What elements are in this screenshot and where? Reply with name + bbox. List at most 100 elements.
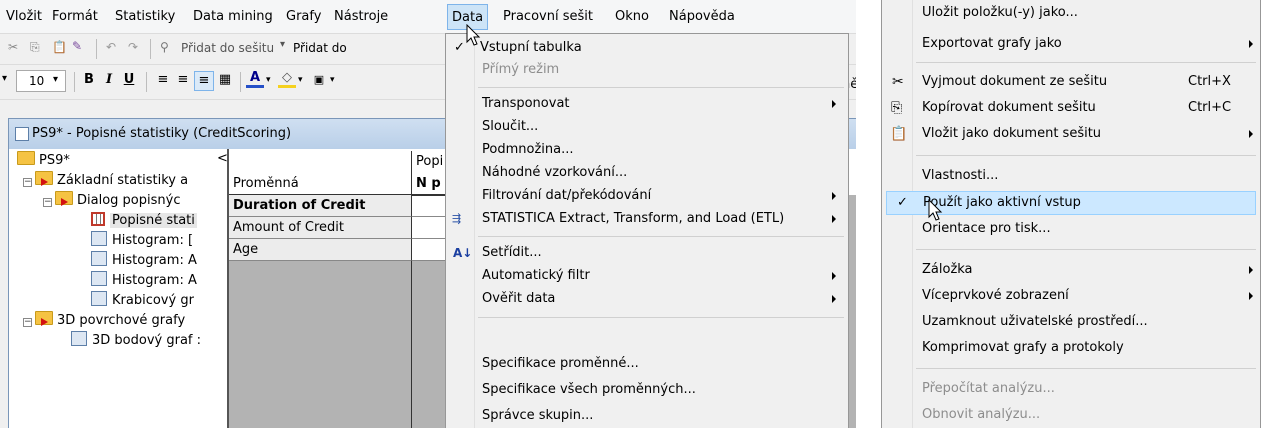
- paste-icon: 📋: [890, 126, 908, 142]
- tree-node[interactable]: Krabicový gr: [91, 291, 194, 311]
- column-divider: [411, 261, 412, 428]
- align-right-icon[interactable]: ≡: [194, 71, 214, 91]
- graph-icon: [91, 271, 107, 286]
- collapse-icon[interactable]: −: [23, 178, 32, 187]
- undo-icon[interactable]: ↶: [106, 40, 116, 54]
- fill-color-icon[interactable]: ◇: [278, 71, 296, 88]
- menu-item-vlozit-jako-dokument[interactable]: 📋 Vložit jako dokument sešitu: [882, 123, 1260, 145]
- menu-vlozit[interactable]: Vložit: [6, 9, 42, 24]
- tree-node[interactable]: PS9*: [17, 151, 70, 171]
- chevron-down-icon[interactable]: ▾: [280, 39, 285, 50]
- underline-button[interactable]: U: [120, 71, 138, 89]
- tree-node-label: 3D povrchové grafy: [57, 313, 186, 328]
- folder-icon: [17, 151, 35, 165]
- table-row[interactable]: Age: [229, 239, 411, 261]
- tree-node[interactable]: Histogram: A: [91, 251, 197, 271]
- menu-napoveda[interactable]: Nápověda: [669, 9, 735, 24]
- menu-item-transponovat[interactable]: Transponovat: [446, 93, 848, 115]
- font-color-button[interactable]: A: [246, 71, 264, 88]
- redo-icon[interactable]: ↷: [128, 40, 138, 54]
- menu-item-label: Sloučit...: [482, 119, 539, 134]
- menu-item-automaticky-filtr[interactable]: Automatický filtr: [446, 265, 848, 287]
- menu-item-obnovit-analyzu[interactable]: Obnovit analýzu...: [882, 404, 1260, 426]
- tree-node[interactable]: Histogram: [: [91, 231, 193, 251]
- graph-icon: [71, 331, 87, 346]
- menu-item-overit-data[interactable]: Ověřit data: [446, 288, 848, 310]
- menu-item-vstupni-tabulka[interactable]: ✓ Vstupní tabulka: [446, 37, 848, 59]
- tree-node-label: PS9*: [39, 153, 70, 168]
- add-to-workbook-button[interactable]: Přidat do sešitu: [181, 41, 274, 55]
- border-icon[interactable]: ▣: [310, 71, 328, 89]
- tree-node[interactable]: − 3D povrchové grafy: [23, 311, 185, 331]
- format-painter-icon[interactable]: ✎: [72, 39, 82, 53]
- tree-node-label: Histogram: [: [112, 233, 194, 248]
- menu-item-shortcut: Ctrl+X: [1188, 74, 1231, 89]
- bold-button[interactable]: B: [80, 71, 98, 89]
- menu-item-primy-rezim[interactable]: Přímý režim: [446, 59, 848, 81]
- tree-node[interactable]: − Dialog popisnýc: [43, 191, 180, 211]
- check-icon: ✓: [454, 40, 465, 55]
- font-name-dropdown-arrow[interactable]: ▾: [2, 73, 7, 84]
- folder-icon: [35, 171, 53, 186]
- menu-item-label: Komprimovat grafy a protokoly: [922, 340, 1124, 355]
- menu-grafy[interactable]: Grafy: [286, 9, 321, 24]
- paste-icon[interactable]: 📋: [52, 40, 67, 54]
- copy-icon[interactable]: ⎘: [30, 40, 40, 55]
- menu-item-filtrovani-dat[interactable]: Filtrování dat/překódování: [446, 185, 848, 207]
- find-icon[interactable]: ⚲: [160, 40, 169, 54]
- submenu-arrow-icon: [832, 295, 836, 303]
- spreadsheet-icon: [91, 212, 105, 226]
- menu-item-label: Setřídit...: [482, 245, 542, 260]
- collapse-icon[interactable]: −: [43, 198, 52, 207]
- menu-okno[interactable]: Okno: [615, 9, 649, 24]
- menu-item-label: Správce skupin...: [482, 408, 594, 423]
- tree-node[interactable]: Popisné stati: [91, 211, 197, 231]
- statistica-window: Vložit Formát Statistiky Data mining Gra…: [0, 0, 856, 428]
- menu-item-label: STATISTICA Extract, Transform, and Load …: [482, 211, 785, 226]
- table-row[interactable]: Amount of Credit: [229, 217, 411, 239]
- menu-data-mining[interactable]: Data mining: [193, 9, 273, 24]
- menu-item-podmnozina[interactable]: Podmnožina...: [446, 139, 848, 161]
- menu-item-exportovat-grafy[interactable]: Exportovat grafy jako: [882, 33, 1260, 55]
- add-to-button[interactable]: Přidat do: [293, 41, 347, 55]
- submenu-arrow-icon: [832, 215, 836, 223]
- align-center-icon[interactable]: ≡: [174, 71, 192, 89]
- menu-item-prepocitat-analyzu[interactable]: Přepočítat analýzu...: [882, 378, 1260, 400]
- menu-item-viceprvkove-zobrazeni[interactable]: Víceprvkové zobrazení: [882, 285, 1260, 307]
- font-size-select[interactable]: 10 ▾: [16, 70, 66, 92]
- menu-item-setridit[interactable]: A↓ Setřídit...: [446, 242, 848, 264]
- menu-item-ulozit-polozky[interactable]: Uložit položku(-y) jako...: [882, 2, 1260, 24]
- menu-format[interactable]: Formát: [52, 9, 98, 24]
- menu-item-uzamknout-prostredi[interactable]: Uzamknout uživatelské prostředí...: [882, 311, 1260, 333]
- tree-node[interactable]: 3D bodový graf :: [71, 331, 201, 351]
- menu-item-label: Transponovat: [482, 96, 570, 111]
- cell-properties-icon[interactable]: ▦: [216, 71, 234, 89]
- collapse-icon[interactable]: −: [23, 318, 32, 327]
- cut-icon[interactable]: ✂: [8, 40, 18, 54]
- menu-statistiky[interactable]: Statistiky: [115, 9, 175, 24]
- menu-item-label: Specifikace proměnné...: [482, 356, 639, 371]
- align-left-icon[interactable]: ≡: [154, 71, 172, 89]
- menu-item-zalozka[interactable]: Záložka: [882, 259, 1260, 281]
- menu-item-sloucit[interactable]: Sloučit...: [446, 116, 848, 138]
- tree-node[interactable]: − Základní statistiky a: [23, 171, 188, 191]
- menu-item-komprimovat-grafy[interactable]: Komprimovat grafy a protokoly: [882, 337, 1260, 359]
- tree-node[interactable]: Histogram: A: [91, 271, 197, 291]
- chevron-down-icon[interactable]: ▾: [266, 75, 271, 85]
- menu-nastroje[interactable]: Nástroje: [334, 9, 388, 24]
- italic-button[interactable]: I: [100, 71, 118, 89]
- menu-item-etl[interactable]: ⇶ STATISTICA Extract, Transform, and Loa…: [446, 208, 848, 230]
- menu-pracovni-sesit[interactable]: Pracovní sešit: [503, 9, 593, 24]
- menu-item-nahodne-vzorkovani[interactable]: Náhodné vzorkování...: [446, 162, 848, 184]
- menu-item-specifikace-promenne[interactable]: Specifikace proměnné...: [446, 353, 848, 375]
- menu-item-spravce-skupin[interactable]: Správce skupin...: [446, 405, 848, 427]
- menu-item-vyjmout-dokument[interactable]: ✂ Vyjmout dokument ze sešitu Ctrl+X: [882, 71, 1260, 93]
- menu-item-kopirovat-dokument[interactable]: ⎘ Kopírovat dokument sešitu Ctrl+C: [882, 97, 1260, 119]
- submenu-arrow-icon: [832, 272, 836, 280]
- menu-item-vlastnosti[interactable]: Vlastnosti...: [882, 165, 1260, 187]
- menu-item-specifikace-vsech[interactable]: Specifikace všech proměnných...: [446, 379, 848, 401]
- collapse-pane-icon[interactable]: <: [217, 151, 227, 166]
- chevron-down-icon[interactable]: ▾: [298, 75, 303, 85]
- table-row[interactable]: Duration of Credit: [229, 195, 411, 217]
- chevron-down-icon[interactable]: ▾: [330, 75, 335, 85]
